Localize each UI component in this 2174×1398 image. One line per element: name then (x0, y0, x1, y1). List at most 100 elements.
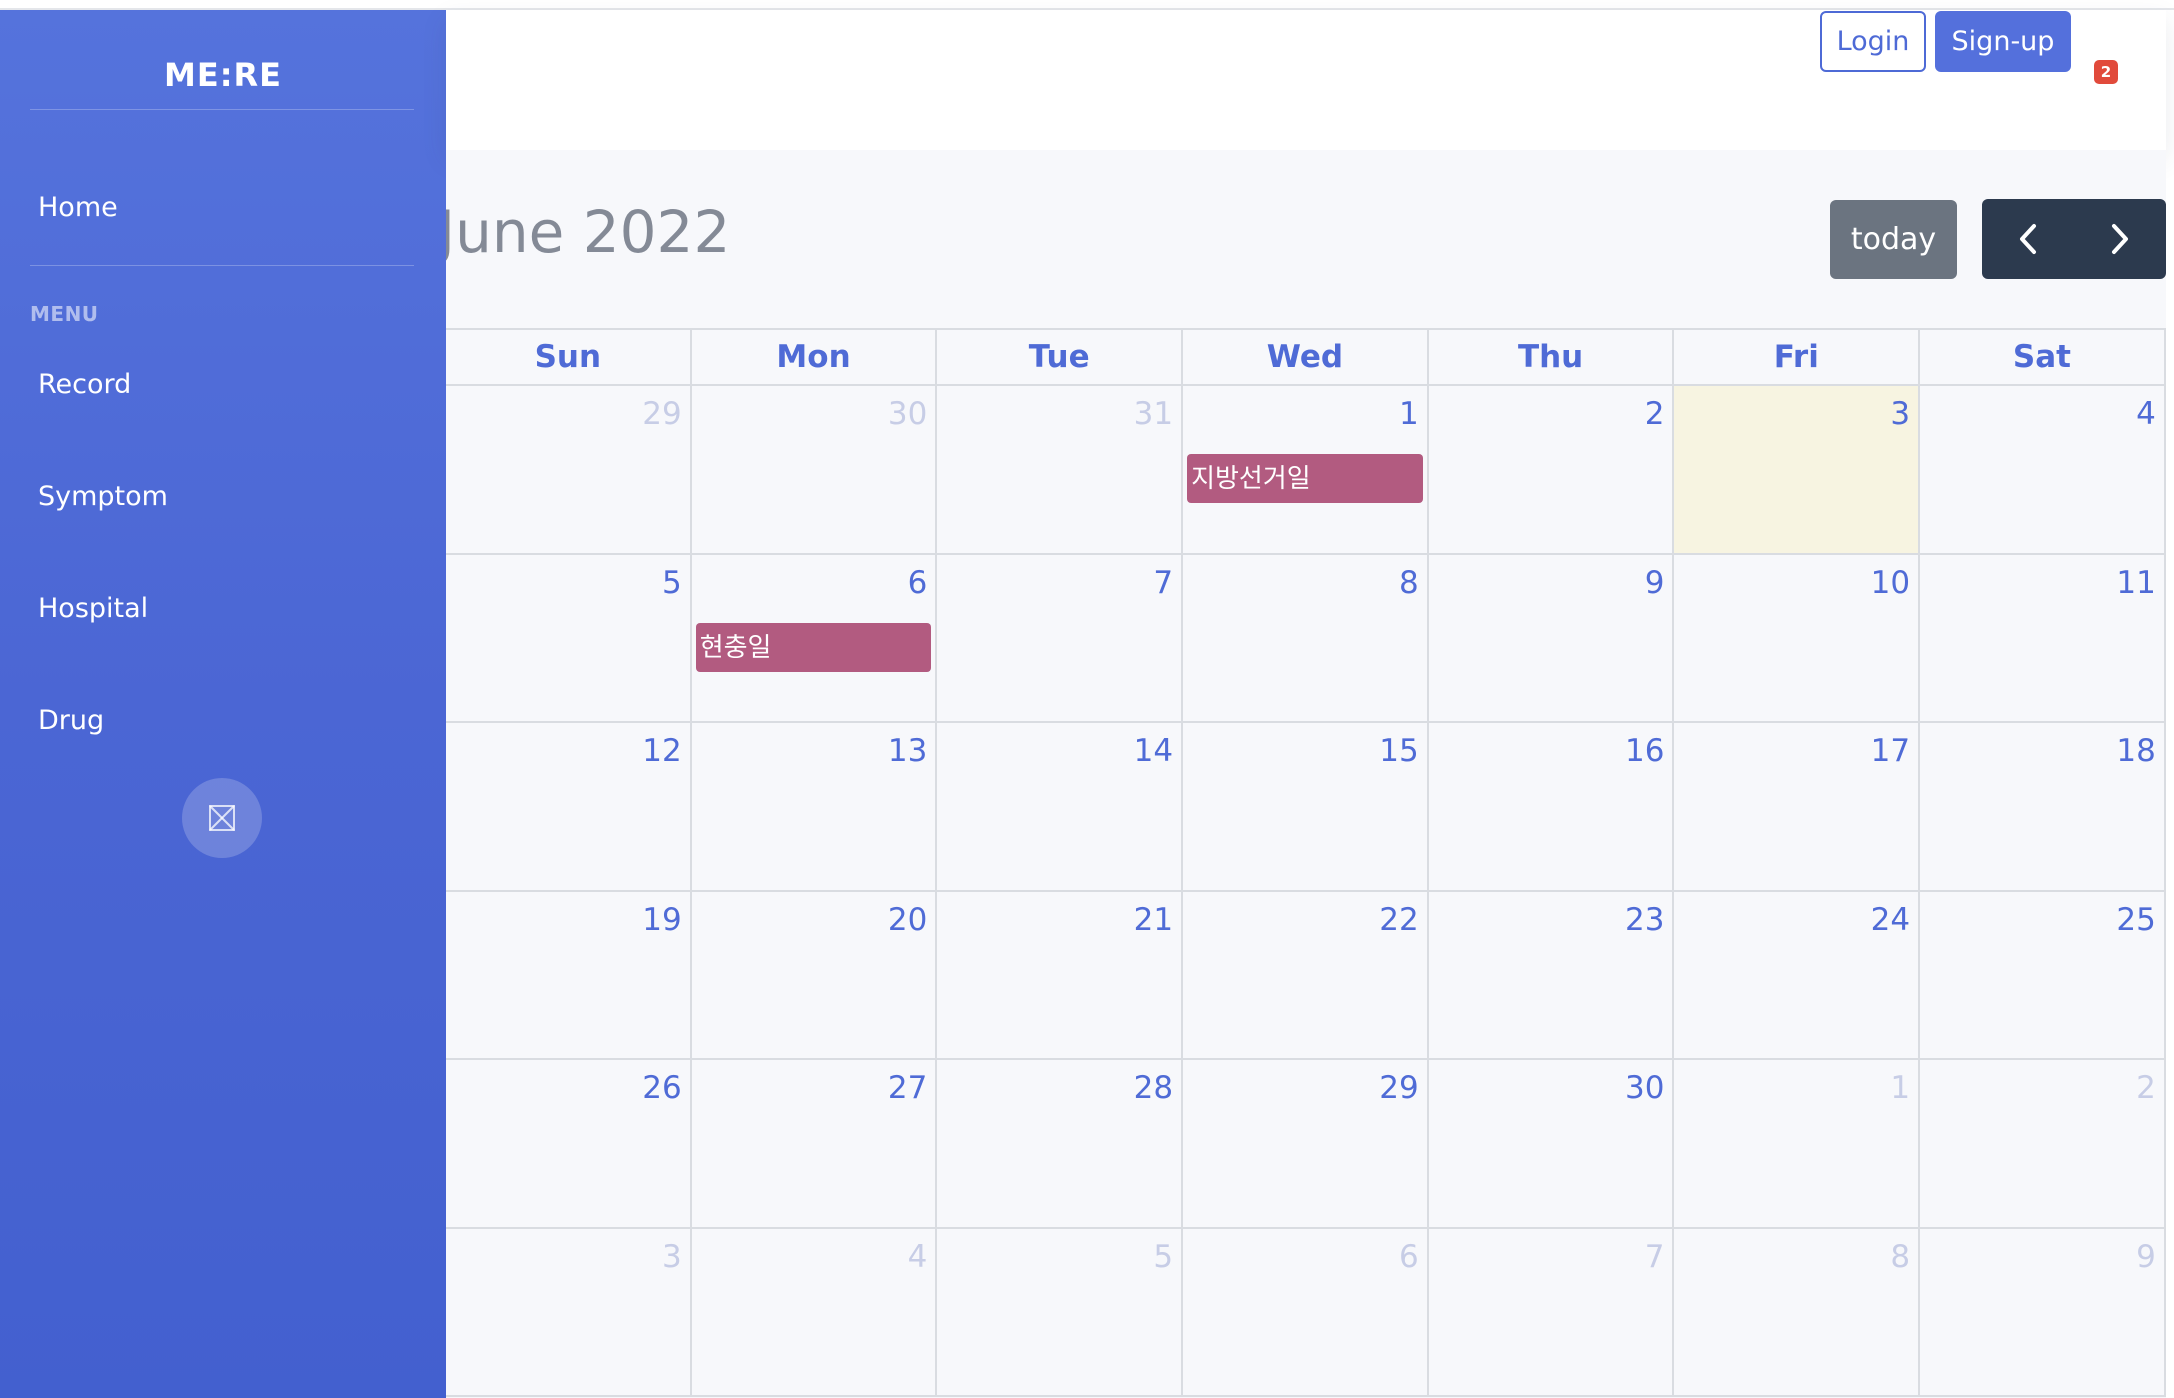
calendar-day[interactable]: 26 (446, 1060, 692, 1227)
calendar-day[interactable]: 10 (1674, 554, 1921, 721)
calendar-day[interactable]: 5 (937, 1228, 1184, 1395)
day-number[interactable]: 1 (1890, 1070, 1910, 1106)
calendar-day[interactable]: 28 (937, 1060, 1184, 1227)
calendar-day[interactable]: 18 (1920, 723, 2166, 890)
calendar-day[interactable]: 27 (692, 1060, 938, 1227)
calendar-day[interactable]: 24 (1674, 891, 1921, 1058)
calendar-day[interactable]: 30 (692, 386, 938, 553)
day-number[interactable]: 27 (888, 1070, 927, 1106)
day-number[interactable]: 7 (1153, 565, 1173, 601)
day-number[interactable]: 21 (1134, 902, 1173, 938)
day-number[interactable]: 18 (2116, 733, 2155, 769)
calendar-day[interactable]: 8 (1183, 554, 1429, 721)
day-number[interactable]: 14 (1134, 733, 1173, 769)
calendar-day[interactable]: 29 (1183, 1060, 1429, 1227)
calendar-day[interactable]: 31 (937, 386, 1184, 553)
day-number[interactable]: 28 (1134, 1070, 1173, 1106)
sidebar-toggle-button[interactable] (182, 778, 262, 858)
day-number[interactable]: 8 (1890, 1239, 1910, 1275)
calendar-day[interactable]: 1 (1674, 1060, 1921, 1227)
day-number[interactable]: 3 (662, 1239, 682, 1275)
sidebar-item-symptom[interactable]: Symptom (38, 481, 168, 512)
calendar-event[interactable]: 현충일 (695, 622, 932, 672)
calendar-day[interactable]: 5 (446, 554, 692, 721)
calendar-day[interactable]: 9 (1429, 554, 1675, 721)
next-month-button[interactable] (2074, 199, 2166, 279)
day-number[interactable]: 17 (1871, 733, 1910, 769)
weekday-header: Tue (937, 330, 1184, 384)
day-number[interactable]: 26 (642, 1070, 681, 1106)
day-number[interactable]: 11 (2116, 565, 2155, 601)
calendar-day[interactable]: 2 (1429, 386, 1675, 553)
calendar-day[interactable]: 20 (692, 891, 938, 1058)
day-number[interactable]: 30 (888, 396, 927, 432)
day-number[interactable]: 10 (1871, 565, 1910, 601)
sidebar-item-drug[interactable]: Drug (38, 705, 104, 736)
day-number[interactable]: 4 (908, 1239, 928, 1275)
calendar-day[interactable]: 19 (446, 891, 692, 1058)
calendar-day[interactable]: 17 (1674, 723, 1921, 890)
day-number[interactable]: 30 (1625, 1070, 1664, 1106)
calendar-day[interactable]: 7 (937, 554, 1184, 721)
day-number[interactable]: 2 (1645, 396, 1665, 432)
day-number[interactable]: 24 (1871, 902, 1910, 938)
day-number[interactable]: 19 (642, 902, 681, 938)
calendar-day[interactable]: 6 현충일 (692, 554, 938, 721)
day-number[interactable]: 25 (2116, 902, 2155, 938)
day-number[interactable]: 31 (1134, 396, 1173, 432)
day-number[interactable]: 15 (1379, 733, 1418, 769)
calendar-day[interactable]: 29 (446, 386, 692, 553)
sidebar-item-hospital[interactable]: Hospital (38, 593, 148, 624)
calendar-day[interactable]: 9 (1920, 1228, 2166, 1395)
day-number[interactable]: 7 (1645, 1239, 1665, 1275)
calendar-day[interactable]: 22 (1183, 891, 1429, 1058)
prev-month-button[interactable] (1982, 199, 2074, 279)
calendar-day[interactable]: 21 (937, 891, 1184, 1058)
calendar-day[interactable]: 11 (1920, 554, 2166, 721)
login-button[interactable]: Login (1820, 11, 1926, 72)
calendar-day[interactable]: 3 (446, 1228, 692, 1395)
today-button[interactable]: today (1830, 200, 1957, 279)
calendar-day[interactable]: 15 (1183, 723, 1429, 890)
day-number[interactable]: 9 (1645, 565, 1665, 601)
day-number[interactable]: 20 (888, 902, 927, 938)
calendar-day[interactable]: 4 (692, 1228, 938, 1395)
day-number[interactable]: 22 (1379, 902, 1418, 938)
day-number[interactable]: 6 (908, 565, 928, 601)
day-number[interactable]: 29 (1379, 1070, 1418, 1106)
calendar-day[interactable]: 1 지방선거일 (1183, 386, 1429, 553)
calendar-day[interactable]: 16 (1429, 723, 1675, 890)
day-number[interactable]: 9 (2136, 1239, 2156, 1275)
day-number[interactable]: 29 (642, 396, 681, 432)
day-number[interactable]: 1 (1399, 396, 1419, 432)
calendar-day[interactable]: 14 (937, 723, 1184, 890)
sidebar-item-record[interactable]: Record (38, 369, 131, 400)
day-number[interactable]: 5 (662, 565, 682, 601)
calendar-day-today[interactable]: 3 (1674, 386, 1921, 553)
day-number[interactable]: 23 (1625, 902, 1664, 938)
day-number[interactable]: 6 (1399, 1239, 1419, 1275)
day-number[interactable]: 3 (1890, 396, 1910, 432)
sidebar-item-home[interactable]: Home (38, 192, 118, 223)
calendar-day[interactable]: 7 (1429, 1228, 1675, 1395)
day-number[interactable]: 2 (2136, 1070, 2156, 1106)
calendar-day[interactable]: 25 (1920, 891, 2166, 1058)
brand-logo[interactable]: ME:RE (0, 56, 446, 94)
day-number[interactable]: 8 (1399, 565, 1419, 601)
day-number[interactable]: 13 (888, 733, 927, 769)
calendar-event[interactable]: 지방선거일 (1187, 454, 1423, 503)
signup-button[interactable]: Sign-up (1935, 11, 2071, 72)
calendar-day[interactable]: 8 (1674, 1228, 1921, 1395)
day-number[interactable]: 4 (2136, 396, 2156, 432)
calendar-day[interactable]: 6 (1183, 1228, 1429, 1395)
day-number[interactable]: 16 (1625, 733, 1664, 769)
day-number[interactable]: 5 (1153, 1239, 1173, 1275)
day-number[interactable]: 12 (642, 733, 681, 769)
calendar-day[interactable]: 30 (1429, 1060, 1675, 1227)
calendar-day[interactable]: 13 (692, 723, 938, 890)
calendar-day[interactable]: 4 (1920, 386, 2166, 553)
notification-badge[interactable]: 2 (2094, 60, 2118, 84)
calendar-day[interactable]: 12 (446, 723, 692, 890)
calendar-day[interactable]: 2 (1920, 1060, 2166, 1227)
calendar-day[interactable]: 23 (1429, 891, 1675, 1058)
